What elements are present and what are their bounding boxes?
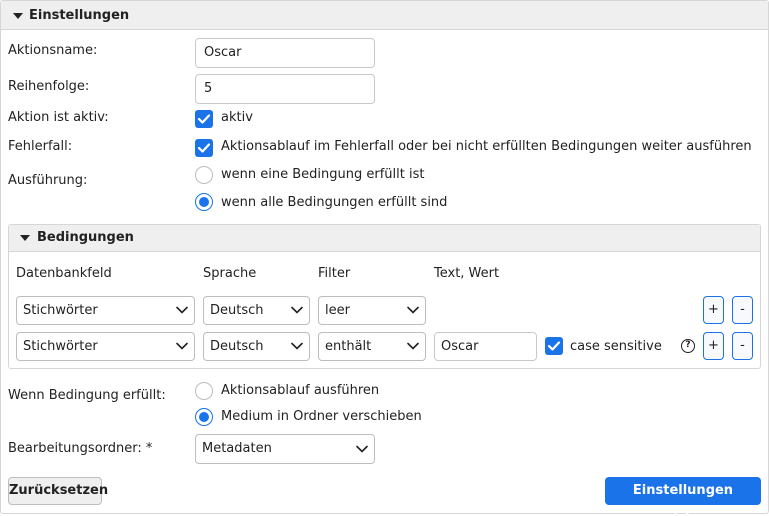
on-match-radio-run[interactable] bbox=[195, 382, 213, 400]
error-label: Fehlerfall: bbox=[8, 139, 73, 154]
condition-filter-select[interactable]: enthält bbox=[318, 332, 426, 361]
select-value: Stichwörter bbox=[23, 303, 98, 318]
error-checkbox[interactable] bbox=[195, 139, 213, 157]
chevron-down-icon bbox=[356, 445, 368, 453]
add-condition-button[interactable]: + bbox=[703, 296, 724, 324]
on-match-option-run-label: Aktionsablauf ausführen bbox=[221, 383, 380, 398]
remove-condition-button[interactable]: - bbox=[732, 332, 753, 360]
caret-down-icon[interactable] bbox=[13, 13, 23, 19]
select-value: Stichwörter bbox=[23, 339, 98, 354]
on-match-radio-move[interactable] bbox=[195, 408, 213, 426]
column-header-filter: Filter bbox=[318, 266, 351, 281]
folder-select[interactable]: Metadaten bbox=[195, 434, 375, 464]
help-circle-icon[interactable]: ? bbox=[681, 339, 695, 353]
select-value: Deutsch bbox=[210, 303, 264, 318]
action-name-label: Aktionsname: bbox=[8, 43, 98, 58]
conditions-title: Bedingungen bbox=[37, 230, 134, 245]
case-sensitive-checkbox[interactable] bbox=[545, 337, 563, 355]
on-match-label: Wenn Bedingung erfüllt: bbox=[8, 388, 166, 403]
check-icon bbox=[547, 341, 561, 351]
condition-filter-select[interactable]: leer bbox=[318, 296, 426, 325]
chevron-down-icon bbox=[291, 306, 303, 314]
column-header-language: Sprache bbox=[203, 266, 257, 281]
execution-radio-any[interactable] bbox=[195, 166, 213, 184]
remove-condition-button[interactable]: - bbox=[732, 296, 753, 324]
case-sensitive-label: case sensitive bbox=[570, 339, 662, 354]
condition-value-input[interactable]: Oscar bbox=[434, 332, 537, 361]
select-value: Metadaten bbox=[202, 441, 272, 456]
execution-option-any-label: wenn eine Bedingung erfüllt ist bbox=[221, 167, 425, 182]
select-value: enthält bbox=[325, 339, 372, 354]
select-value: Deutsch bbox=[210, 339, 264, 354]
column-header-field: Datenbankfeld bbox=[16, 266, 112, 281]
caret-down-icon[interactable] bbox=[20, 235, 30, 241]
folder-label: Bearbeitungsordner: * bbox=[8, 441, 153, 456]
active-checkbox-label: aktiv bbox=[221, 110, 253, 125]
column-header-value: Text, Wert bbox=[434, 266, 500, 281]
action-name-input[interactable]: Oscar bbox=[195, 38, 375, 68]
chevron-down-icon bbox=[407, 306, 419, 314]
on-match-option-move-label: Medium in Ordner verschieben bbox=[221, 409, 422, 424]
order-input[interactable]: 5 bbox=[195, 74, 375, 104]
condition-language-select[interactable]: Deutsch bbox=[203, 332, 310, 361]
order-label: Reihenfolge: bbox=[8, 79, 90, 94]
condition-field-select[interactable]: Stichwörter bbox=[16, 332, 195, 361]
add-condition-button[interactable]: + bbox=[703, 332, 724, 360]
execution-option-all-label: wenn alle Bedingungen erfüllt sind bbox=[221, 195, 448, 210]
active-label: Aktion ist aktiv: bbox=[8, 110, 109, 125]
execution-radio-all[interactable] bbox=[195, 193, 213, 211]
execution-label: Ausführung: bbox=[8, 173, 88, 188]
check-icon bbox=[197, 114, 211, 124]
chevron-down-icon bbox=[407, 342, 419, 350]
active-checkbox[interactable] bbox=[195, 110, 213, 128]
settings-title: Einstellungen bbox=[29, 8, 130, 23]
settings-header[interactable]: Einstellungen bbox=[1, 1, 768, 30]
error-checkbox-label: Aktionsablauf im Fehlerfall oder bei nic… bbox=[221, 139, 752, 154]
reset-button[interactable]: Zurücksetzen bbox=[8, 477, 108, 505]
chevron-down-icon bbox=[176, 342, 188, 350]
chevron-down-icon bbox=[291, 342, 303, 350]
condition-field-select[interactable]: Stichwörter bbox=[16, 296, 195, 325]
save-settings-button[interactable]: Einstellungen speichern bbox=[605, 477, 761, 516]
check-icon bbox=[197, 143, 211, 153]
chevron-down-icon bbox=[176, 306, 188, 314]
select-value: leer bbox=[325, 303, 350, 318]
condition-language-select[interactable]: Deutsch bbox=[203, 296, 310, 325]
conditions-header[interactable]: Bedingungen bbox=[9, 225, 760, 252]
